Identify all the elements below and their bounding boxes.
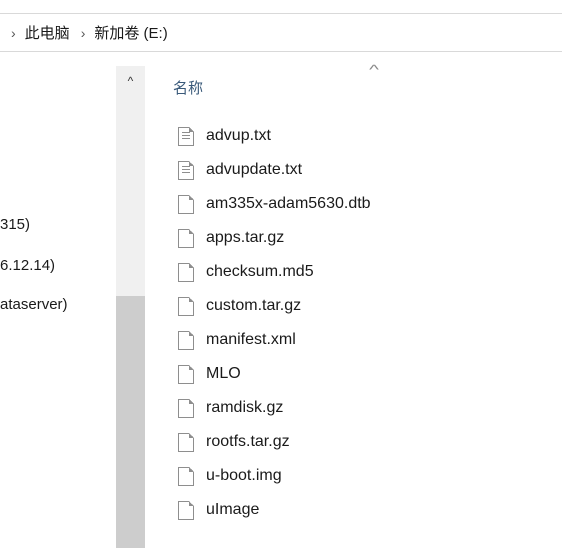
blank-file-icon — [178, 466, 194, 486]
file-explorer-window: › 此电脑 › 新加卷 (E:) 315) 6.12.14) ataserver… — [0, 0, 562, 548]
blank-file-icon — [178, 432, 194, 452]
file-name: ramdisk.gz — [206, 399, 284, 416]
address-bar[interactable]: › 此电脑 › 新加卷 (E:) — [0, 14, 562, 52]
file-item[interactable]: checksum.md5 — [178, 260, 314, 284]
file-item[interactable]: ramdisk.gz — [178, 396, 283, 420]
file-name: checksum.md5 — [206, 263, 314, 280]
file-item[interactable]: advup.txt — [178, 124, 271, 148]
file-name: custom.tar.gz — [206, 297, 302, 314]
column-header-name[interactable]: 名称 — [173, 79, 203, 99]
text-document-icon — [178, 126, 194, 146]
blank-file-icon — [178, 398, 194, 418]
nav-item-drive-3[interactable]: ataserver) — [0, 294, 68, 316]
scrollbar-thumb[interactable] — [116, 296, 145, 548]
text-document-icon — [178, 160, 194, 180]
file-name: manifest.xml — [206, 331, 296, 348]
file-name: advup.txt — [206, 127, 271, 144]
file-item[interactable]: apps.tar.gz — [178, 226, 284, 250]
file-item[interactable]: uImage — [178, 498, 259, 522]
file-name: u-boot.img — [206, 467, 282, 484]
file-name: am335x-adam5630.dtb — [206, 195, 371, 212]
navigation-scrollbar[interactable]: ^ — [116, 66, 145, 548]
blank-file-icon — [178, 228, 194, 248]
blank-file-icon — [178, 296, 194, 316]
file-item[interactable]: rootfs.tar.gz — [178, 430, 290, 454]
file-item[interactable]: am335x-adam5630.dtb — [178, 192, 371, 216]
blank-file-icon — [178, 330, 194, 350]
file-item[interactable]: manifest.xml — [178, 328, 296, 352]
blank-file-icon — [178, 500, 194, 520]
blank-file-icon — [178, 364, 194, 384]
sort-ascending-icon: ^ — [369, 62, 379, 77]
breadcrumb-drive-e[interactable]: 新加卷 (E:) — [92, 22, 169, 43]
chevron-right-icon[interactable]: › — [72, 25, 93, 41]
file-name: apps.tar.gz — [206, 229, 285, 246]
file-item[interactable]: u-boot.img — [178, 464, 282, 488]
file-name: uImage — [206, 501, 260, 518]
blank-file-icon — [178, 194, 194, 214]
blank-file-icon — [178, 262, 194, 282]
file-name: rootfs.tar.gz — [206, 433, 290, 450]
toolbar-strip — [0, 0, 562, 14]
file-item[interactable]: MLO — [178, 362, 241, 386]
nav-item-drive-2[interactable]: 6.12.14) — [0, 255, 55, 277]
chevron-right-icon[interactable]: › — [8, 25, 23, 41]
nav-item-drive-1[interactable]: 315) — [0, 214, 30, 236]
file-name: MLO — [206, 365, 241, 382]
file-item[interactable]: custom.tar.gz — [178, 294, 301, 318]
file-name: advupdate.txt — [206, 161, 303, 178]
file-item[interactable]: advupdate.txt — [178, 158, 302, 182]
breadcrumb-this-pc[interactable]: 此电脑 — [23, 22, 72, 43]
file-list: ^ 名称 advup.txt advupdate.txt am335x-adam… — [145, 62, 562, 548]
scroll-up-arrow-icon[interactable]: ^ — [116, 66, 145, 96]
